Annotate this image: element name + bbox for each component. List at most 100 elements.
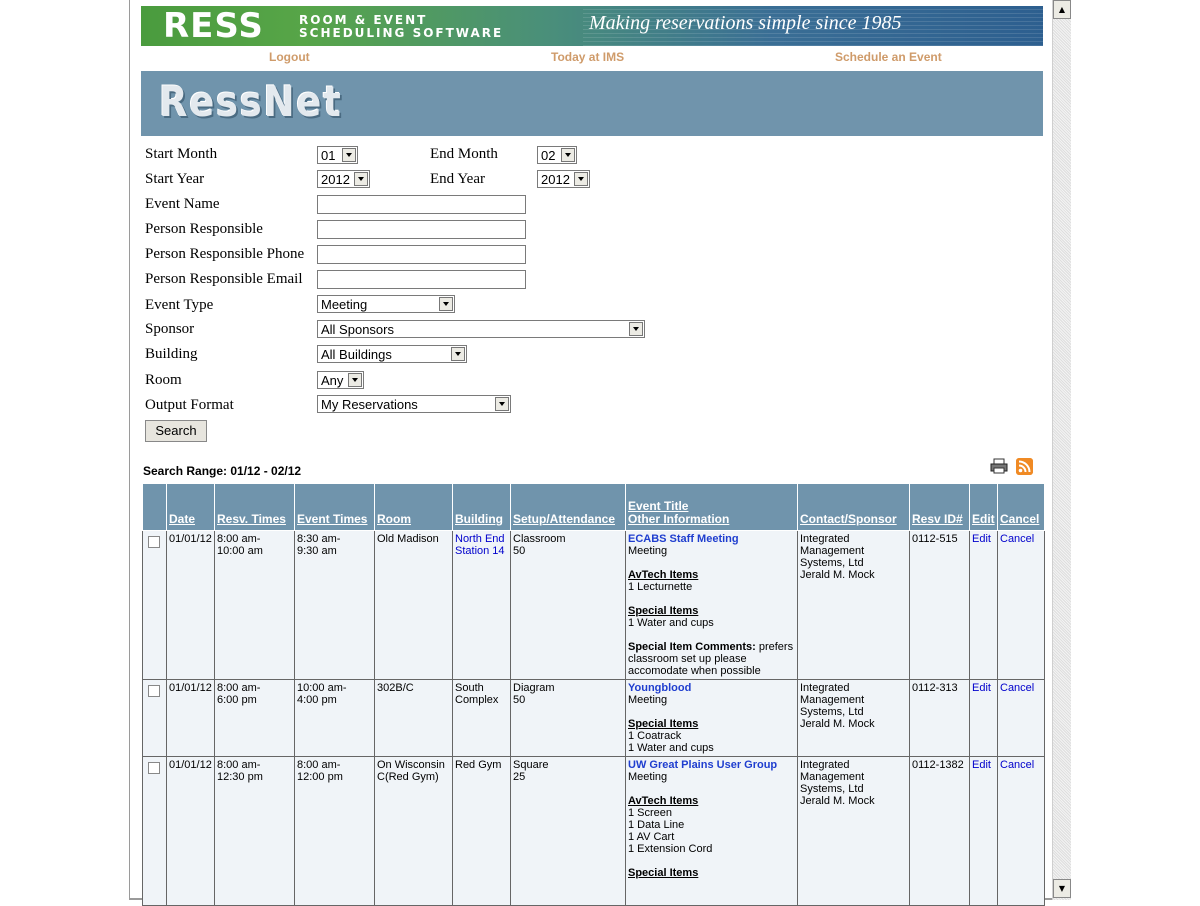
person-phone-input[interactable] (317, 245, 526, 264)
logo-subtitle-2: SCHEDULING SOFTWARE (299, 26, 504, 40)
event-title-link[interactable]: ECABS Staff Meeting (628, 533, 739, 545)
start-year-select[interactable]: 2012 (317, 170, 370, 188)
sponsor-select[interactable]: All Sponsors (317, 320, 645, 338)
event-name-input[interactable] (317, 195, 526, 214)
search-button[interactable]: Search (145, 420, 207, 442)
chevron-down-icon (495, 397, 509, 411)
event-type-value: Meeting (321, 297, 368, 312)
setup-column-header[interactable]: Setup/Attendance (510, 483, 626, 531)
row-date: 01/01/12 (166, 530, 215, 680)
event-title-header-text: Event Title (628, 499, 689, 513)
contact-column-header[interactable]: Contact/Sponsor (797, 483, 910, 531)
row-resv-id: 0112-313 (909, 679, 970, 757)
edit-column-header[interactable]: Edit (969, 483, 998, 531)
chevron-down-icon (439, 297, 453, 311)
row-checkbox[interactable] (148, 536, 160, 548)
sponsor-label: Sponsor (145, 321, 195, 337)
scroll-down-button[interactable]: ▼ (1053, 879, 1071, 898)
row-room: Old Madison (374, 530, 453, 680)
start-month-label: Start Month (145, 146, 218, 162)
person-email-label: Person Responsible Email (145, 271, 303, 287)
building-select[interactable]: All Buildings (317, 345, 467, 363)
resv-times-column-header[interactable]: Resv. Times (214, 483, 295, 531)
ress-banner: RESS ROOM & EVENT SCHEDULING SOFTWARE Ma… (141, 6, 1043, 46)
scroll-up-button[interactable]: ▲ (1053, 0, 1071, 19)
person-phone-label: Person Responsible Phone (145, 246, 305, 262)
date-column-header[interactable]: Date (166, 483, 215, 531)
row-date: 01/01/12 (166, 756, 215, 906)
event-type-select[interactable]: Meeting (317, 295, 455, 313)
table-row: 01/01/12 8:00 am- 6:00 pm 10:00 am- 4:00 p… (142, 679, 1045, 757)
row-building-link[interactable]: North End Station 14 (452, 530, 511, 680)
end-year-select[interactable]: 2012 (537, 170, 590, 188)
row-checkbox[interactable] (148, 762, 160, 774)
end-year-label: End Year (430, 171, 485, 187)
row-resv-id: 0112-515 (909, 530, 970, 680)
event-times-column-header[interactable]: Event Times (294, 483, 375, 531)
cancel-link[interactable]: Cancel (1000, 759, 1034, 771)
table-row: 01/01/12 8:00 am- 10:00 am 8:30 am- 9:30 a… (142, 530, 1045, 680)
select-column-header (142, 483, 167, 531)
printer-icon[interactable] (990, 458, 1008, 474)
edit-link[interactable]: Edit (972, 533, 991, 545)
chevron-down-icon (354, 172, 368, 186)
building-value: All Buildings (321, 347, 392, 362)
building-label: Building (145, 346, 198, 362)
event-title-link[interactable]: Youngblood (628, 682, 691, 694)
rss-feed-icon[interactable] (1016, 458, 1033, 475)
schedule-event-link[interactable]: Schedule an Event (835, 50, 942, 64)
sponsor-value: All Sponsors (321, 322, 394, 337)
output-format-value: My Reservations (321, 397, 418, 412)
start-month-select[interactable]: 01 (317, 146, 358, 164)
building-column-header[interactable]: Building (452, 483, 511, 531)
chevron-down-icon (629, 322, 643, 336)
room-value: Any (321, 373, 344, 388)
room-column-header[interactable]: Room (374, 483, 453, 531)
end-month-select[interactable]: 02 (537, 146, 577, 164)
logo-ress: RESS (163, 6, 264, 46)
edit-link[interactable]: Edit (972, 759, 991, 771)
row-event-times: 10:00 am- 4:00 pm (294, 679, 375, 757)
ressnet-header: RessNet (141, 71, 1043, 136)
page-frame-left (129, 0, 130, 900)
row-contact: Integrated Management Systems, Ltd Jerald M… (797, 756, 910, 906)
chevron-down-icon (561, 148, 575, 162)
output-format-label: Output Format (145, 397, 234, 413)
today-at-ims-link[interactable]: Today at IMS (551, 50, 624, 64)
event-title-link[interactable]: UW Great Plains User Group (628, 759, 777, 771)
table-header-row: Date Resv. Times Event Times Room Buildi… (142, 483, 1045, 531)
cancel-link[interactable]: Cancel (1000, 533, 1034, 545)
cancel-column-header[interactable]: Cancel (997, 483, 1045, 531)
logout-link[interactable]: Logout (269, 50, 310, 64)
row-setup: Diagram 50 (510, 679, 626, 757)
row-setup: Square 25 (510, 756, 626, 906)
room-select[interactable]: Any (317, 371, 364, 389)
row-room: 302B/C (374, 679, 453, 757)
row-resv-times: 8:00 am- 10:00 am (214, 530, 295, 680)
row-contact: Integrated Management Systems, Ltd Jerald M… (797, 679, 910, 757)
vertical-scrollbar[interactable]: ▲ ▼ (1052, 0, 1071, 900)
start-year-label: Start Year (145, 171, 205, 187)
row-checkbox[interactable] (148, 685, 160, 697)
cancel-link[interactable]: Cancel (1000, 682, 1034, 694)
resv-id-column-header[interactable]: Resv ID# (909, 483, 970, 531)
event-title-column-header[interactable]: Event Title Other Information (625, 483, 798, 531)
row-resv-times: 8:00 am- 6:00 pm (214, 679, 295, 757)
ressnet-title: RessNet (159, 77, 343, 126)
row-room: On Wisconsin C(Red Gym) (374, 756, 453, 906)
chevron-down-icon (451, 347, 465, 361)
row-building: Red Gym (452, 756, 511, 906)
row-event-info: Youngblood Meeting Special Items 1 Coatr… (625, 679, 798, 757)
person-email-input[interactable] (317, 270, 526, 289)
output-format-select[interactable]: My Reservations (317, 395, 511, 413)
chevron-down-icon (342, 148, 356, 162)
edit-link[interactable]: Edit (972, 682, 991, 694)
person-responsible-input[interactable] (317, 220, 526, 239)
end-year-value: 2012 (541, 172, 570, 187)
event-type-label: Event Type (145, 297, 214, 313)
reservations-table: Date Resv. Times Event Times Room Buildi… (142, 483, 1045, 906)
table-row: 01/01/12 8:00 am- 12:30 pm 8:00 am- 12:00 … (142, 756, 1045, 906)
other-info-header-text: Other Information (628, 512, 730, 526)
start-month-value: 01 (321, 148, 336, 163)
end-month-value: 02 (541, 148, 556, 163)
